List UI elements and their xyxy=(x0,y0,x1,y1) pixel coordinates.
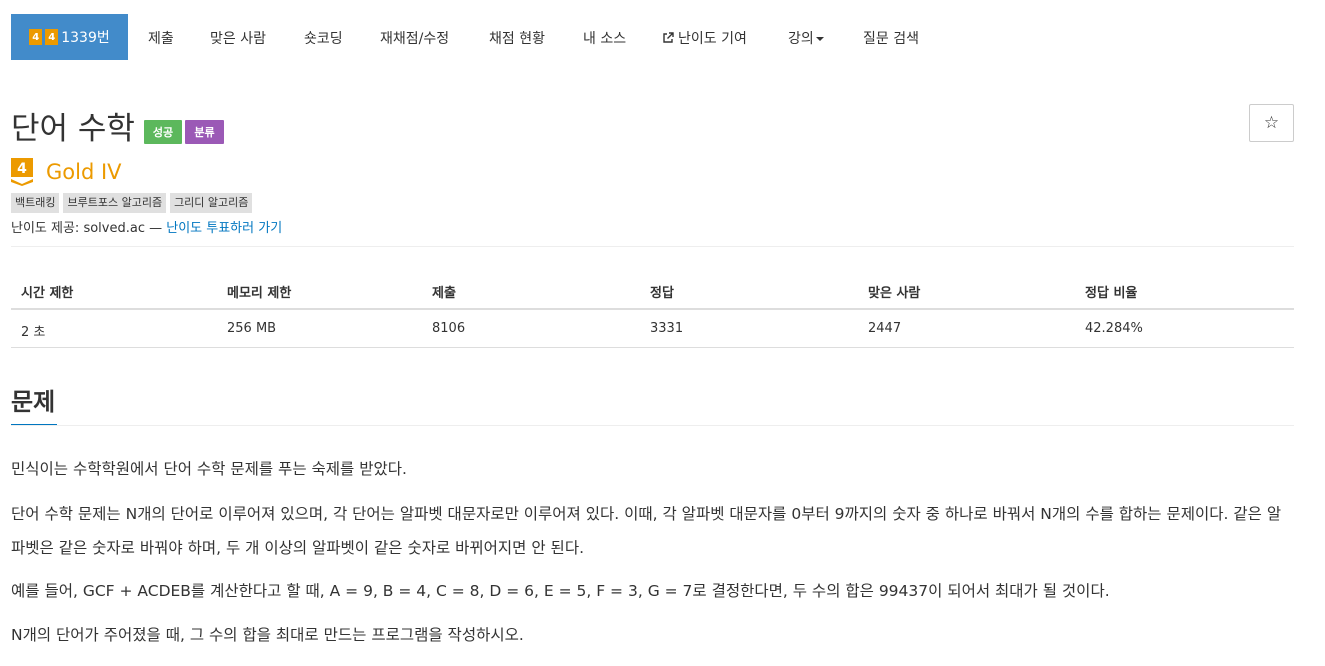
stats-header-cell: 시간 제한 xyxy=(21,286,74,301)
stats-cell: 2 초 xyxy=(21,325,46,340)
favorite-star-button[interactable]: ☆ xyxy=(1249,104,1294,142)
nav-problem-label: 1339번 xyxy=(61,30,110,46)
problem-paragraph: N개의 단어가 주어졌을 때, 그 수의 합을 최대로 만드는 프로그램을 작성… xyxy=(11,626,524,644)
algorithm-tag[interactable]: 그리디 알고리즘 xyxy=(170,193,253,213)
external-link-icon xyxy=(663,32,674,43)
nav-difficulty-contrib[interactable]: 난이도 기여 xyxy=(662,28,747,48)
success-badge: 성공 xyxy=(144,120,182,144)
nav-rejudge[interactable]: 재채점/수정 xyxy=(380,28,449,48)
nav-short-coding[interactable]: 숏코딩 xyxy=(304,28,343,48)
stats-header-cell: 정답 xyxy=(650,286,674,301)
tier-name: Gold IV xyxy=(46,160,122,184)
stats-cell: 8106 xyxy=(432,321,466,336)
tier-row: 4 Gold IV xyxy=(11,158,122,186)
nav-status[interactable]: 채점 현황 xyxy=(489,28,545,48)
stats-cell: 256 MB xyxy=(227,321,277,336)
nav-my-source[interactable]: 내 소스 xyxy=(583,28,626,48)
table-row: 2 초 256 MB 8106 3331 2447 42.284% xyxy=(11,310,1294,348)
stats-cell: 3331 xyxy=(650,321,684,336)
nav-submit[interactable]: 제출 xyxy=(148,28,174,48)
nav-difficulty-contrib-label: 난이도 기여 xyxy=(678,31,747,47)
algorithm-tags: 백트래킹 브루트포스 알고리즘 그리디 알고리즘 xyxy=(11,193,253,213)
nav-solvers[interactable]: 맞은 사람 xyxy=(210,28,266,48)
divider xyxy=(11,246,1294,247)
problem-paragraph: 단어 수학 문제는 N개의 단어로 이루어져 있으며, 각 단어는 알파벳 대문… xyxy=(11,505,1282,557)
stats-header-cell: 제출 xyxy=(432,286,456,301)
svg-text:4: 4 xyxy=(17,161,27,177)
nav-lectures-dropdown[interactable]: 강의 xyxy=(788,28,824,48)
stats-header-cell: 맞은 사람 xyxy=(868,286,921,301)
nav-lectures-label: 강의 xyxy=(788,31,814,47)
nav-question-search[interactable]: 질문 검색 xyxy=(863,28,919,48)
problem-title: 단어 수학 xyxy=(11,111,135,147)
stats-cell: 42.284% xyxy=(1085,321,1143,336)
vote-difficulty-link[interactable]: 난이도 투표하러 가기 xyxy=(166,221,282,236)
problem-nav: 4 4 1339번 xyxy=(11,14,128,60)
provider-text: 난이도 제공: solved.ac — xyxy=(11,221,167,236)
tier-icon: 4 xyxy=(45,29,59,45)
stats-table-header: 시간 제한 메모리 제한 제출 정답 맞은 사람 정답 비율 xyxy=(11,272,1294,310)
difficulty-provider: 난이도 제공: solved.ac — 난이도 투표하러 가기 xyxy=(11,217,282,236)
stats-header-cell: 메모리 제한 xyxy=(227,286,292,301)
category-badge[interactable]: 분류 xyxy=(185,120,224,144)
algorithm-tag[interactable]: 백트래킹 xyxy=(11,193,60,213)
star-icon: ☆ xyxy=(1263,113,1280,132)
problem-paragraph: 민식이는 수학학원에서 단어 수학 문제를 푸는 숙제를 받았다. xyxy=(11,460,407,478)
stats-cell: 2447 xyxy=(868,321,902,336)
caret-down-icon xyxy=(815,37,824,41)
nav-problem-tab[interactable]: 4 4 1339번 xyxy=(11,14,128,60)
stats-header-cell: 정답 비율 xyxy=(1085,286,1138,301)
divider xyxy=(11,425,1294,426)
tier-icon: 4 xyxy=(29,29,43,45)
gold-tier-icon: 4 xyxy=(11,158,33,186)
problem-paragraph: 예를 들어, GCF + ACDEB를 계산한다고 할 때, A = 9, B … xyxy=(11,582,1110,600)
algorithm-tag[interactable]: 브루트포스 알고리즘 xyxy=(63,193,167,213)
section-title: 문제 xyxy=(11,388,56,416)
